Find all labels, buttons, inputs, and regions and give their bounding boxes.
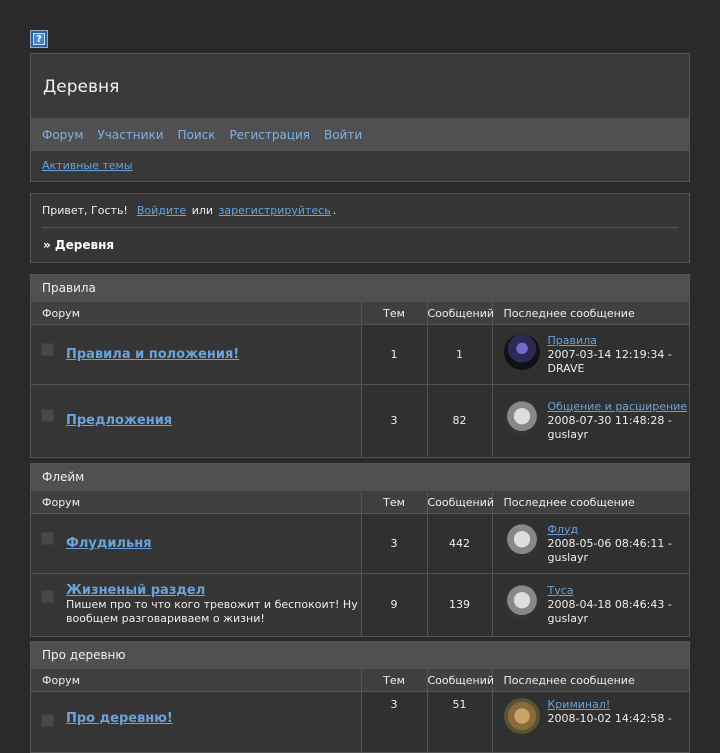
avatar bbox=[503, 333, 540, 370]
category-title: Правила bbox=[31, 275, 689, 302]
post-count: 51 bbox=[426, 691, 492, 752]
post-count: 82 bbox=[426, 384, 492, 457]
last-post-link[interactable]: Правила bbox=[548, 334, 597, 347]
post-count: 442 bbox=[426, 513, 492, 574]
nav-search[interactable]: Поиск bbox=[178, 128, 216, 142]
or-text: или bbox=[191, 204, 214, 217]
welcome-box: Привет, Гость! Войдите или зарегистрируй… bbox=[30, 193, 690, 263]
nav-forum[interactable]: Форум bbox=[42, 128, 83, 142]
site-header: Деревня Форум Участники Поиск Регистраци… bbox=[30, 53, 690, 182]
col-forum: Форум bbox=[31, 669, 361, 692]
table-row: Жизненый раздел Пишем про то что кого тр… bbox=[31, 573, 689, 636]
forum-cell: Про деревню! bbox=[31, 691, 361, 752]
forum-table: Форум Тем Сообщений Последнее сообщение … bbox=[31, 302, 689, 457]
breadcrumb: » Деревня bbox=[43, 238, 115, 252]
nav-register[interactable]: Регистрация bbox=[230, 128, 310, 142]
register-link[interactable]: зарегистрируйтесь bbox=[219, 204, 331, 217]
category-title: Про деревню bbox=[31, 642, 689, 669]
forum-link[interactable]: Правила и положения! bbox=[66, 347, 361, 362]
post-count: 1 bbox=[426, 324, 492, 385]
category-rules: Правила Форум Тем Сообщений Последнее со… bbox=[30, 274, 690, 458]
last-post-date: 2008-05-06 08:46:11 - bbox=[547, 536, 672, 550]
last-post-cell: Криминал! 2008-10-02 14:42:58 - bbox=[491, 691, 689, 752]
main-nav: Форум Участники Поиск Регистрация Войти bbox=[31, 118, 689, 151]
avatar bbox=[503, 698, 540, 734]
topic-count: 9 bbox=[360, 573, 427, 636]
forum-description: Пишем про то что кого тревожит и беспоко… bbox=[66, 598, 358, 626]
forum-link[interactable]: Жизненый раздел bbox=[66, 583, 361, 598]
topic-count: 3 bbox=[360, 691, 427, 752]
forum-status-icon bbox=[41, 590, 54, 603]
forum-cell: Предложения bbox=[31, 384, 361, 457]
forum-link[interactable]: Флудильня bbox=[66, 536, 361, 551]
col-forum: Форум bbox=[31, 491, 361, 514]
forum-status-icon bbox=[41, 342, 54, 356]
table-row: Предложения 3 82 Общение и расширение 20… bbox=[31, 384, 689, 457]
login-link[interactable]: Войдите bbox=[137, 204, 186, 217]
last-post-date: 2008-07-30 11:48:28 - bbox=[547, 413, 672, 427]
site-title: Деревня bbox=[31, 54, 689, 118]
divider bbox=[42, 227, 678, 228]
forum-status-icon bbox=[41, 531, 54, 545]
help-icon[interactable]: ? bbox=[30, 30, 48, 48]
last-post-date: 2007-03-14 12:19:34 - bbox=[547, 347, 672, 361]
category-flame: Флейм Форум Тем Сообщений Последнее сооб… bbox=[30, 463, 690, 637]
forum-link[interactable]: Про деревню! bbox=[66, 711, 361, 726]
sub-nav: Активные темы bbox=[31, 151, 689, 181]
last-post-link[interactable]: Криминал! bbox=[548, 698, 611, 711]
last-post-link[interactable]: Флуд bbox=[548, 523, 579, 536]
post-count: 139 bbox=[426, 573, 492, 636]
col-last: Последнее сообщение bbox=[491, 302, 689, 325]
last-post-user: guslayr bbox=[547, 550, 589, 564]
col-topics: Тем bbox=[360, 302, 427, 325]
last-post-cell: Туса 2008-04-18 08:46:43 - guslayr bbox=[491, 573, 689, 636]
last-post-user: DRAVE bbox=[547, 361, 585, 375]
nav-members[interactable]: Участники bbox=[97, 128, 163, 142]
last-post-link[interactable]: Туса bbox=[548, 584, 574, 597]
col-posts: Сообщений bbox=[426, 669, 494, 692]
last-post-link[interactable]: Общение и расширение bbox=[548, 400, 688, 413]
col-topics: Тем bbox=[360, 491, 427, 514]
avatar bbox=[503, 399, 540, 436]
greeting-text: Привет, Гость! bbox=[42, 204, 128, 217]
active-topics-link[interactable]: Активные темы bbox=[42, 159, 133, 172]
last-post-user: guslayr bbox=[547, 427, 589, 441]
topic-count: 1 bbox=[360, 324, 427, 385]
col-posts: Сообщений bbox=[426, 491, 494, 514]
category-title: Флейм bbox=[31, 464, 689, 491]
period-text: . bbox=[332, 204, 337, 217]
table-row: Про деревню! 3 51 Криминал! 2008-10-02 1… bbox=[31, 691, 689, 752]
nav-login[interactable]: Войти bbox=[324, 128, 362, 142]
table-row: Флудильня 3 442 Флуд 2008-05-06 08:46:11… bbox=[31, 513, 689, 574]
last-post-cell: Общение и расширение 2008-07-30 11:48:28… bbox=[491, 384, 689, 457]
forum-cell: Правила и положения! bbox=[31, 324, 361, 385]
table-row: Правила и положения! 1 1 Правила 2007-03… bbox=[31, 324, 689, 385]
forum-status-icon bbox=[41, 408, 54, 422]
last-post-cell: Флуд 2008-05-06 08:46:11 - guslayr bbox=[491, 513, 689, 574]
last-post-user: guslayr bbox=[547, 611, 589, 625]
topic-count: 3 bbox=[360, 513, 427, 574]
forum-table: Форум Тем Сообщений Последнее сообщение … bbox=[31, 669, 689, 752]
avatar bbox=[503, 522, 540, 559]
col-posts: Сообщений bbox=[426, 302, 494, 325]
category-village: Про деревню Форум Тем Сообщений Последне… bbox=[30, 641, 690, 753]
forum-link[interactable]: Предложения bbox=[66, 413, 361, 428]
forum-table: Форум Тем Сообщений Последнее сообщение … bbox=[31, 491, 689, 636]
avatar bbox=[503, 583, 540, 620]
last-post-cell: Правила 2007-03-14 12:19:34 - DRAVE bbox=[491, 324, 689, 385]
col-forum: Форум bbox=[31, 302, 361, 325]
col-last: Последнее сообщение bbox=[491, 491, 689, 514]
topic-count: 3 bbox=[360, 384, 427, 457]
forum-cell: Флудильня bbox=[31, 513, 361, 574]
col-last: Последнее сообщение bbox=[491, 669, 689, 692]
forum-status-icon bbox=[41, 714, 54, 727]
forum-cell: Жизненый раздел Пишем про то что кого тр… bbox=[31, 573, 361, 636]
greeting: Привет, Гость! Войдите или зарегистрируй… bbox=[42, 204, 336, 217]
col-topics: Тем bbox=[360, 669, 427, 692]
last-post-date: 2008-10-02 14:42:58 - bbox=[547, 712, 672, 725]
last-post-date: 2008-04-18 08:46:43 - bbox=[547, 597, 672, 611]
